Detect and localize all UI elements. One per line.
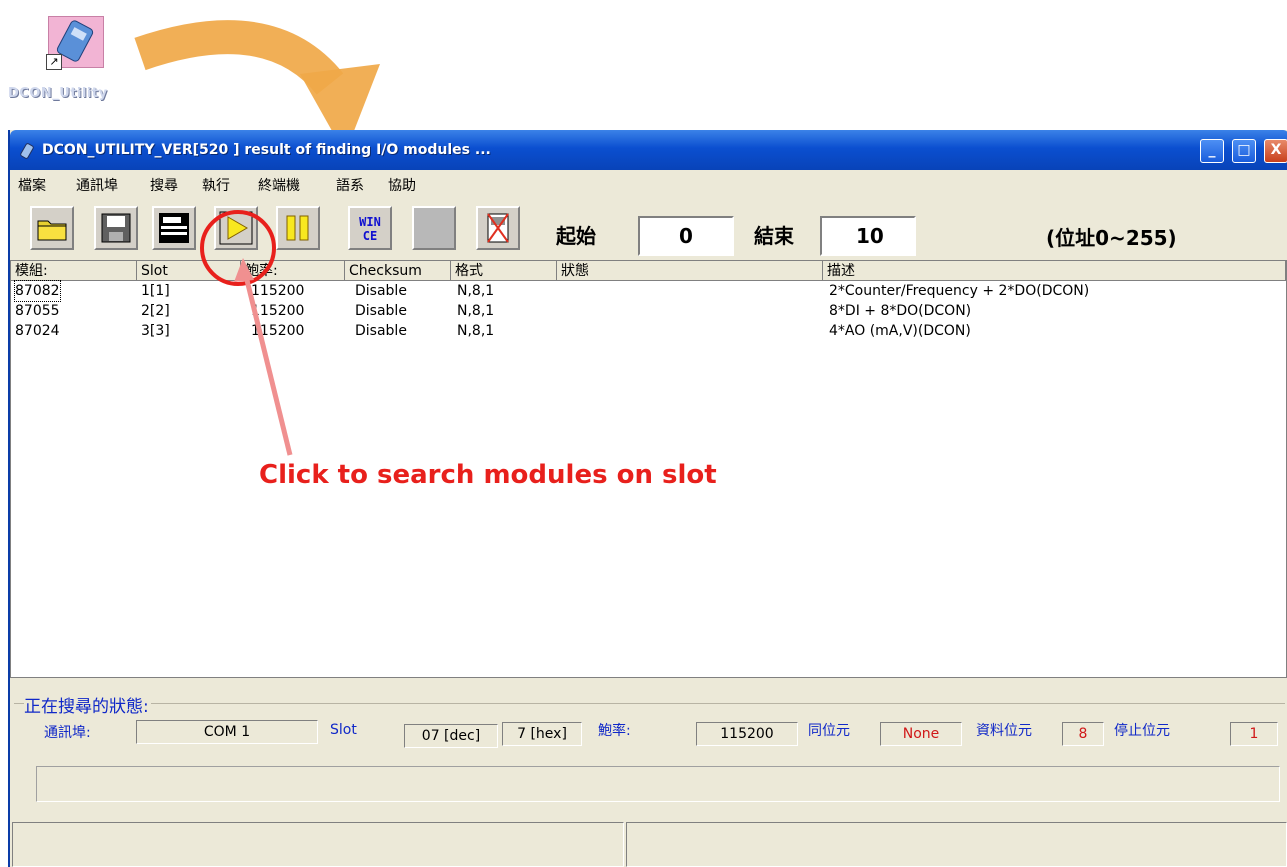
- print-button[interactable]: [152, 206, 196, 250]
- baud-value: 115200: [696, 722, 798, 746]
- open-folder-button[interactable]: [30, 206, 74, 250]
- comport-label: 通訊埠:: [44, 725, 91, 741]
- start-address-label: 起始: [556, 224, 596, 248]
- baud-label: 鮑率:: [598, 723, 631, 739]
- slot-hex-value: 7 [hex]: [502, 722, 582, 746]
- blank-button[interactable]: [412, 206, 456, 250]
- floppy-icon: [101, 213, 131, 243]
- status-pane-left: [12, 822, 624, 867]
- status-pane-right: [626, 822, 1287, 867]
- cell-module: 87082: [14, 280, 61, 302]
- menu-bar: 檔案 通訊埠 搜尋 執行 終端機 語系 協助: [10, 170, 1287, 196]
- toolbar: WIN CE 起始 0 結束 10 (位址0~255): [10, 196, 1287, 260]
- disconnect-button[interactable]: [476, 206, 520, 250]
- svg-text:WIN: WIN: [359, 215, 381, 229]
- minimize-button[interactable]: _: [1200, 139, 1224, 163]
- parity-value: None: [880, 722, 962, 746]
- search-progress-bar: [36, 766, 1280, 802]
- search-status-title: 正在搜尋的狀態:: [24, 692, 151, 717]
- wince-icon: WIN CE: [359, 215, 381, 243]
- search-start-button[interactable]: [214, 206, 258, 250]
- start-address-input[interactable]: 0: [638, 216, 734, 256]
- menu-language[interactable]: 語系: [336, 175, 364, 195]
- col-header-baud[interactable]: 鮑率:: [241, 261, 345, 281]
- cell-checksum: Disable: [355, 303, 407, 319]
- slot-dec-value: 07 [dec]: [404, 724, 498, 748]
- maximize-button[interactable]: □: [1232, 139, 1256, 163]
- cell-module: 87024: [15, 323, 60, 339]
- menu-help[interactable]: 協助: [388, 175, 416, 195]
- dcon-utility-window: DCON_UTILITY_VER[520 ] result of finding…: [8, 130, 1287, 867]
- pause-button[interactable]: [276, 206, 320, 250]
- address-range-note: (位址0~255): [1046, 226, 1177, 250]
- cell-baud: 115200: [251, 283, 305, 299]
- menu-run[interactable]: 執行: [202, 175, 230, 195]
- col-header-module[interactable]: 模組:: [11, 261, 137, 281]
- pause-icon: [286, 215, 309, 241]
- col-header-description[interactable]: 描述: [823, 261, 1286, 281]
- table-header: 模組: Slot 鮑率: Checksum 格式 狀態 描述: [11, 261, 1286, 281]
- cell-description: 8*DI + 8*DO(DCON): [829, 303, 972, 319]
- col-header-checksum[interactable]: Checksum: [345, 261, 451, 281]
- menu-file[interactable]: 檔案: [18, 175, 46, 195]
- cell-checksum: Disable: [355, 323, 407, 339]
- menu-comport[interactable]: 通訊埠: [76, 175, 118, 195]
- play-icon: [219, 211, 253, 245]
- cell-slot: 2[2]: [141, 303, 170, 319]
- cell-format: N,8,1: [457, 303, 495, 319]
- wince-button[interactable]: WIN CE: [348, 206, 392, 250]
- table-row[interactable]: 87055 2[2] 115200 Disable N,8,1 8*DI + 8…: [11, 301, 1286, 321]
- disconnect-icon: [487, 213, 509, 243]
- group-border: [14, 703, 1285, 704]
- slot-label: Slot: [330, 722, 357, 738]
- cell-description: 4*AO (mA,V)(DCON): [829, 323, 971, 339]
- desktop-shortcut-dcon-utility[interactable]: ↗: [44, 14, 104, 70]
- close-button[interactable]: X: [1264, 139, 1287, 163]
- col-header-slot[interactable]: Slot: [137, 261, 241, 281]
- cell-baud: 115200: [251, 323, 305, 339]
- parity-label: 同位元: [808, 723, 850, 739]
- databits-label: 資料位元: [976, 723, 1032, 739]
- cell-baud: 115200: [251, 303, 305, 319]
- stopbits-label: 停止位元: [1114, 723, 1170, 739]
- cell-slot: 3[3]: [141, 323, 170, 339]
- printer-icon: [159, 213, 189, 243]
- cell-checksum: Disable: [355, 283, 407, 299]
- col-header-status[interactable]: 狀態: [557, 261, 823, 281]
- stopbits-value: 1: [1230, 722, 1278, 746]
- save-button[interactable]: [94, 206, 138, 250]
- cell-format: N,8,1: [457, 323, 495, 339]
- shortcut-arrow-icon: ↗: [46, 54, 62, 70]
- end-address-label: 結束: [754, 224, 794, 248]
- title-bar[interactable]: DCON_UTILITY_VER[520 ] result of finding…: [10, 130, 1287, 170]
- comport-value: COM 1: [136, 720, 318, 744]
- menu-terminal[interactable]: 終端機: [258, 175, 300, 195]
- end-address-input[interactable]: 10: [820, 216, 916, 256]
- tutorial-annotation: Click to search modules on slot: [259, 460, 717, 490]
- cell-slot: 1[1]: [141, 283, 170, 299]
- svg-text:CE: CE: [363, 229, 377, 243]
- cell-format: N,8,1: [457, 283, 495, 299]
- menu-search[interactable]: 搜尋: [150, 175, 178, 195]
- databits-value: 8: [1062, 722, 1104, 746]
- cell-description: 2*Counter/Frequency + 2*DO(DCON): [829, 283, 1090, 299]
- col-header-format[interactable]: 格式: [451, 261, 557, 281]
- cell-module: 87055: [15, 303, 60, 319]
- status-bar: [10, 822, 1287, 867]
- desktop-shortcut-label: DCON_Utility: [8, 86, 108, 101]
- folder-icon: [37, 220, 67, 241]
- app-title-icon: [20, 143, 34, 159]
- table-row[interactable]: 87024 3[3] 115200 Disable N,8,1 4*AO (mA…: [11, 321, 1286, 341]
- window-title: DCON_UTILITY_VER[520 ] result of finding…: [42, 142, 491, 158]
- table-row[interactable]: 87082 1[1] 115200 Disable N,8,1 2*Counte…: [11, 280, 1286, 302]
